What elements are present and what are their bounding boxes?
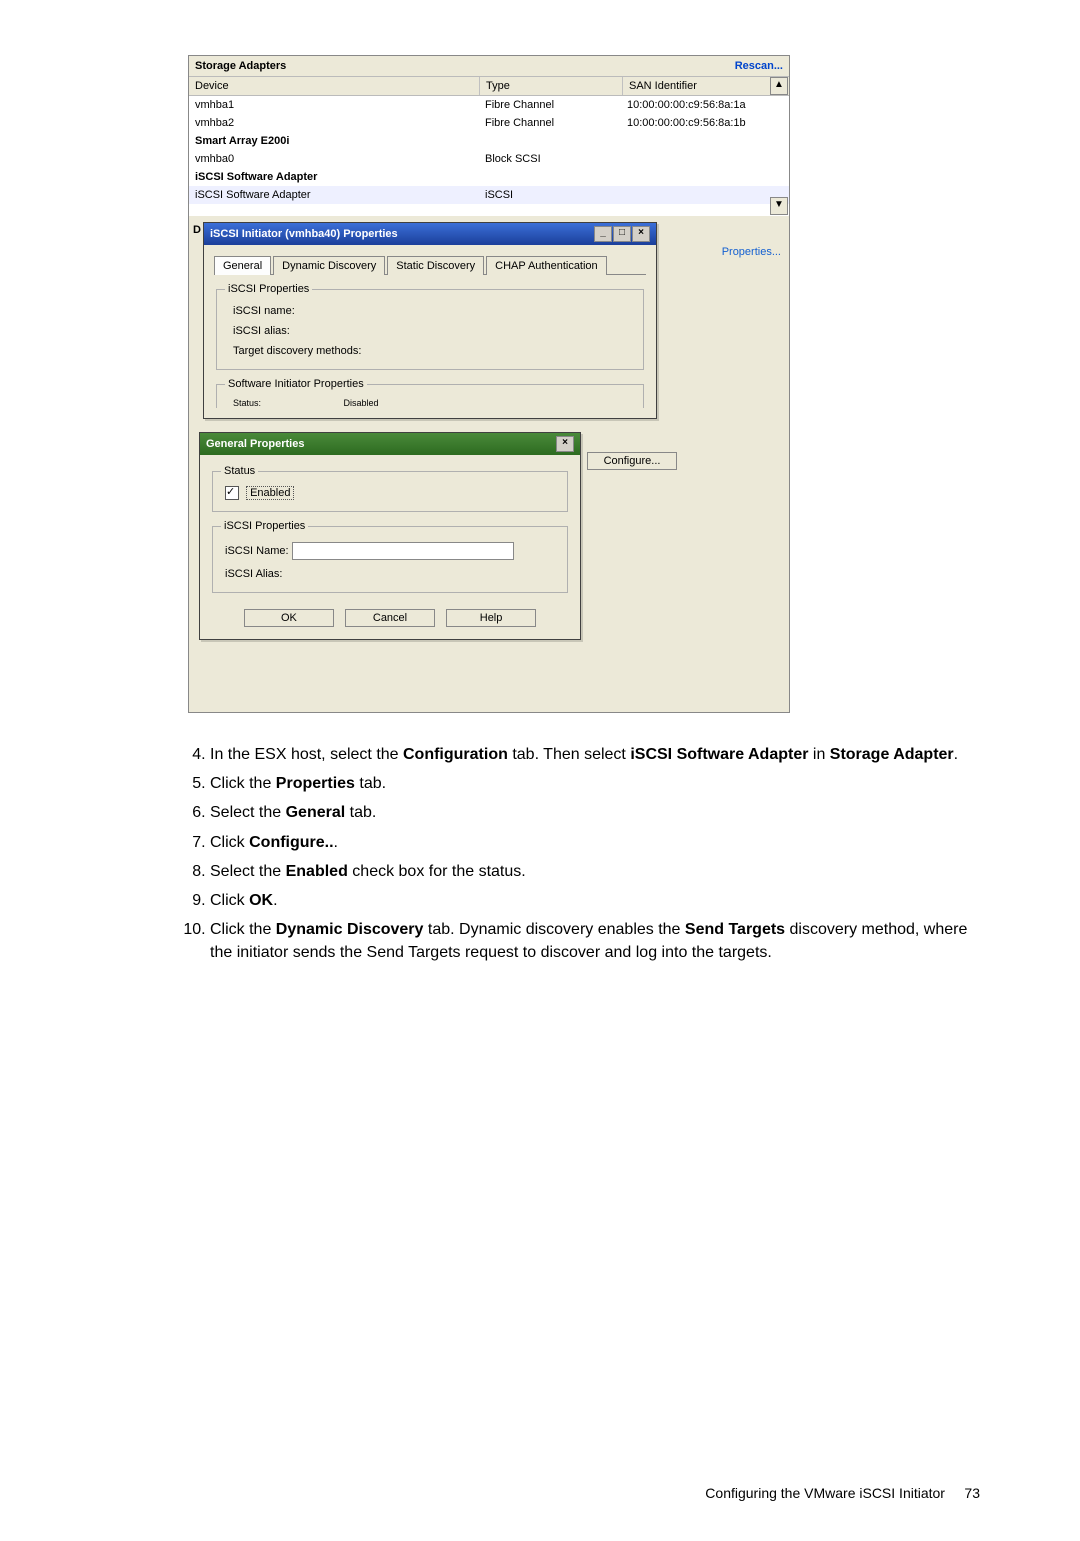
step-7: Click Configure... [210, 831, 980, 854]
step-9: Click OK. [210, 889, 980, 912]
step-10: Click the Dynamic Discovery tab. Dynamic… [210, 918, 980, 964]
dialog1-tabs: General Dynamic Discovery Static Discove… [214, 255, 646, 275]
group-row: Smart Array E200i [189, 132, 789, 150]
tab-general[interactable]: General [214, 256, 271, 275]
storage-adapters-panel: Storage Adapters Rescan... Device Type S… [188, 55, 790, 713]
software-initiator-fieldset: Software Initiator Properties Status: Di… [216, 378, 644, 408]
grid-header: Device Type SAN Identifier ▲ [189, 77, 789, 96]
window-controls: _□× [593, 226, 650, 242]
minimize-icon[interactable]: _ [594, 226, 612, 242]
col-san[interactable]: SAN Identifier [623, 77, 789, 95]
col-device[interactable]: Device [189, 77, 480, 95]
status-value: Disabled [344, 398, 379, 408]
step-5: Click the Properties tab. [210, 772, 980, 795]
table-row-selected[interactable]: iSCSI Software Adapter iSCSI [189, 186, 789, 204]
status-label: Status: [233, 398, 261, 408]
tab-static-discovery[interactable]: Static Discovery [387, 256, 484, 275]
footer-text: Configuring the VMware iSCSI Initiator [705, 1485, 945, 1501]
details-label: D [193, 224, 201, 236]
dialog2-title: General Properties [206, 438, 304, 450]
help-button[interactable]: Help [446, 609, 536, 627]
scroll-down-icon[interactable]: ▼ [770, 197, 788, 215]
grid-body: vmhba1 Fibre Channel 10:00:00:00:c9:56:8… [189, 96, 789, 216]
table-row[interactable]: vmhba0 Block SCSI [189, 150, 789, 168]
iscsi-name-label-2: iSCSI Name: [225, 545, 289, 557]
table-row[interactable]: vmhba2 Fibre Channel 10:00:00:00:c9:56:8… [189, 114, 789, 132]
window-controls: × [555, 436, 574, 452]
ok-button[interactable]: OK [244, 609, 334, 627]
enabled-checkbox[interactable] [225, 486, 239, 500]
tab-chap-auth[interactable]: CHAP Authentication [486, 256, 607, 275]
page-number: 73 [964, 1485, 980, 1501]
configure-button[interactable]: Configure... [587, 452, 677, 470]
iscsi-alias-label: iSCSI alias: [233, 325, 635, 337]
iscsi-name-label: iSCSI name: [233, 305, 635, 317]
properties-link[interactable]: Properties... [722, 246, 781, 258]
col-type[interactable]: Type [480, 77, 623, 95]
table-row[interactable]: vmhba1 Fibre Channel 10:00:00:00:c9:56:8… [189, 96, 789, 114]
step-8: Select the Enabled check box for the sta… [210, 860, 980, 883]
rescan-link[interactable]: Rescan... [735, 60, 783, 72]
group-row: iSCSI Software Adapter [189, 168, 789, 186]
cancel-button[interactable]: Cancel [345, 609, 435, 627]
iscsi-alias-label-2: iSCSI Alias: [225, 568, 282, 580]
enabled-label: Enabled [246, 486, 294, 500]
target-discovery-label: Target discovery methods: [233, 345, 635, 357]
panel-title: Storage Adapters [195, 60, 286, 72]
maximize-icon[interactable]: □ [613, 226, 631, 242]
status-fieldset: Status Enabled [212, 465, 568, 512]
iscsi-properties-fieldset: iSCSI Properties iSCSI name: iSCSI alias… [216, 283, 644, 370]
page-footer: Configuring the VMware iSCSI Initiator 7… [100, 1485, 980, 1501]
scroll-up-icon[interactable]: ▲ [770, 77, 788, 95]
close-icon[interactable]: × [632, 226, 650, 242]
instruction-list: In the ESX host, select the Configuratio… [186, 743, 980, 965]
step-6: Select the General tab. [210, 801, 980, 824]
tab-dynamic-discovery[interactable]: Dynamic Discovery [273, 256, 385, 275]
step-4: In the ESX host, select the Configuratio… [210, 743, 980, 766]
general-properties-dialog: General Properties × Status Enabled [199, 432, 581, 640]
close-icon[interactable]: × [556, 436, 574, 452]
iscsi-initiator-dialog: iSCSI Initiator (vmhba40) Properties _□×… [203, 222, 657, 419]
dialog1-title: iSCSI Initiator (vmhba40) Properties [210, 228, 398, 240]
iscsi-name-input[interactable] [292, 542, 514, 560]
iscsi-properties-fieldset-2: iSCSI Properties iSCSI Name: iSCSI Alias… [212, 520, 568, 593]
